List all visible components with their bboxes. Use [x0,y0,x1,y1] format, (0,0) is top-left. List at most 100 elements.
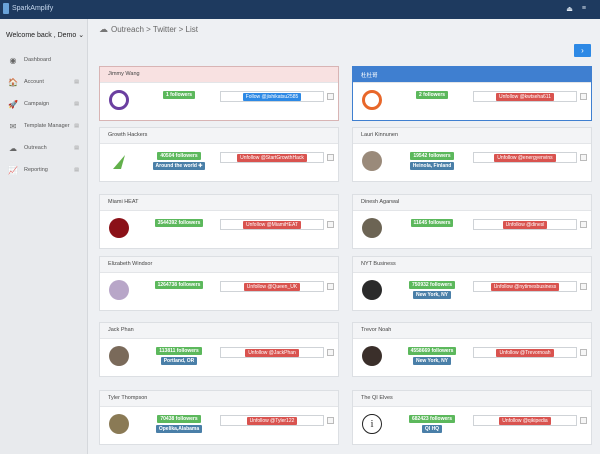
user-name: 杜杜哥 [353,67,591,83]
twitter-user-card: 杜杜哥 2 followers Unfollow @kwtseha611 [352,66,592,121]
user-name: Miami HEAT [100,195,338,211]
breadcrumb-text: Outreach > Twitter > List [111,24,199,34]
select-checkbox[interactable] [327,93,334,100]
top-bar: SparkAmplify ⏏ ≡ [0,0,600,19]
avatar [362,346,382,366]
sidebar-item-label: Reporting [24,167,48,173]
unfollow-button[interactable]: Unfollow @dinesl [502,220,548,229]
sidebar-item-campaign[interactable]: 🚀 Campaign ▤ [0,93,87,115]
welcome-text: Welcome back , Demo [6,32,77,39]
expand-icon: ▤ [74,101,79,107]
next-page-button[interactable]: › [574,44,591,57]
unfollow-button[interactable]: Unfollow @Queen_UK [243,282,301,291]
twitter-user-card: Jack Phan 113811 followers Portland, OR Unf… [99,322,339,377]
menu-icon[interactable]: ≡ [582,5,586,13]
followers-badge: 3544392 followers [154,219,204,227]
twitter-user-card: Trevor Noah 4558669 followers New York, NY… [352,322,592,377]
sidebar-item-label: Outreach [24,145,47,151]
select-checkbox[interactable] [580,154,587,161]
cloud-icon: ☁ [9,143,17,153]
brand[interactable]: SparkAmplify [3,3,53,14]
select-checkbox[interactable] [580,221,587,228]
user-name: NYT Business [353,257,591,273]
avatar [109,90,129,110]
select-checkbox[interactable] [327,221,334,228]
expand-icon: ▤ [74,167,79,173]
unfollow-button[interactable]: Unfollow @StartGrowthHack [237,153,307,162]
location-badge: New York, NY [412,357,452,365]
expand-icon: ▤ [74,145,79,151]
logout-icon[interactable]: ⏏ [566,5,573,13]
twitter-user-card: Tyler Thompson 70438 followers Opelika,Ala… [99,390,339,445]
location-badge: Opelika,Alabama [155,425,203,433]
chevron-down-icon: ⌄ [78,32,85,39]
follow-action-field: Follow @jishikatsu2585 [220,91,324,102]
follow-button[interactable]: Follow @jishikatsu2585 [242,92,302,101]
twitter-user-card: The QI Elves i 682423 followers QI HQ Unfoll… [352,390,592,445]
location-badge: New York, NY [412,291,452,299]
rocket-icon: 🚀 [8,99,18,109]
follow-action-field: Unfollow @energyenvins [473,152,577,163]
twitter-user-card: Elizabeth Windsor 1264738 followers Unfoll… [99,256,339,311]
chart-icon: 📈 [8,165,18,175]
sidebar-item-reporting[interactable]: 📈 Reporting ▤ [0,159,87,181]
follow-action-field: Unfollow @nytimesbusiness [473,281,577,292]
follow-action-field: Unfollow @StartGrowthHack [220,152,324,163]
user-name: Tyler Thompson [100,391,338,407]
location-badge: Around the world ✚ [152,162,206,170]
followers-badge: 2 followers [415,91,449,99]
unfollow-button[interactable]: Unfollow @Tyler122 [246,416,298,425]
unfollow-button[interactable]: Unfollow @nytimesbusiness [490,282,560,291]
user-name: Growth Hackers [100,128,338,144]
sidebar-item-label: Template Manager [24,123,70,129]
select-checkbox[interactable] [580,283,587,290]
sidebar-item-label: Dashboard [24,57,51,63]
select-checkbox[interactable] [327,417,334,424]
location-badge: Heinola, Finland [409,162,455,170]
follow-action-field: Unfollow @kwtseha611 [473,91,577,102]
unfollow-button[interactable]: Unfollow @Trevornoah [496,348,554,357]
select-checkbox[interactable] [327,154,334,161]
unfollow-button[interactable]: Unfollow @energyenvins [494,153,556,162]
expand-icon: ▤ [74,79,79,85]
growth-hackers-logo-icon [113,155,125,169]
twitter-user-card: Lauri Kinnunen 19542 followers Heinola, Fi… [352,127,592,182]
dashboard-icon: ◉ [9,55,17,65]
user-name: Trevor Noah [353,323,591,339]
avatar [109,218,129,238]
user-name: Dinesh Agarwal [353,195,591,211]
twitter-user-card: Dinesh Agarwal 11645 followers Unfollow @d… [352,194,592,249]
expand-icon: ▤ [74,123,79,129]
welcome-user-menu[interactable]: Welcome back , Demo ⌄ [0,19,87,49]
followers-badge: 1264738 followers [154,281,204,289]
follow-action-field: Unfollow @MiamiHEAT [220,219,324,230]
sidebar-item-label: Account [24,79,44,85]
select-checkbox[interactable] [327,349,334,356]
user-name: Jimmy Wang [100,67,338,83]
select-checkbox[interactable] [327,283,334,290]
breadcrumb: ☁ Outreach > Twitter > List [89,19,600,39]
follow-action-field: Unfollow @Queen_UK [220,281,324,292]
followers-badge: 1 followers [162,91,196,99]
follow-action-field: Unfollow @JackPhan [220,347,324,358]
user-name: Lauri Kinnunen [353,128,591,144]
sidebar-item-template-manager[interactable]: ✉ Template Manager ▤ [0,115,87,137]
followers-badge: 750932 followers [408,281,456,289]
sidebar-item-outreach[interactable]: ☁ Outreach ▤ [0,137,87,159]
avatar [362,151,382,171]
location-badge: Portland, OR [160,357,198,365]
unfollow-button[interactable]: Unfollow @MiamiHEAT [243,220,301,229]
sidebar-item-account[interactable]: 🏠 Account ▤ [0,71,87,93]
brand-logo-icon [3,3,9,14]
home-icon: 🏠 [8,77,18,87]
unfollow-button[interactable]: Unfollow @kwtseha611 [496,92,554,101]
select-checkbox[interactable] [580,417,587,424]
followers-badge: 11645 followers [410,219,454,227]
select-checkbox[interactable] [580,93,587,100]
sidebar-item-label: Campaign [24,101,50,107]
sidebar-item-dashboard[interactable]: ◉ Dashboard [0,49,87,71]
followers-badge: 682423 followers [408,415,456,423]
unfollow-button[interactable]: Unfollow @qikipedia [499,416,551,425]
select-checkbox[interactable] [580,349,587,356]
unfollow-button[interactable]: Unfollow @JackPhan [245,348,299,357]
